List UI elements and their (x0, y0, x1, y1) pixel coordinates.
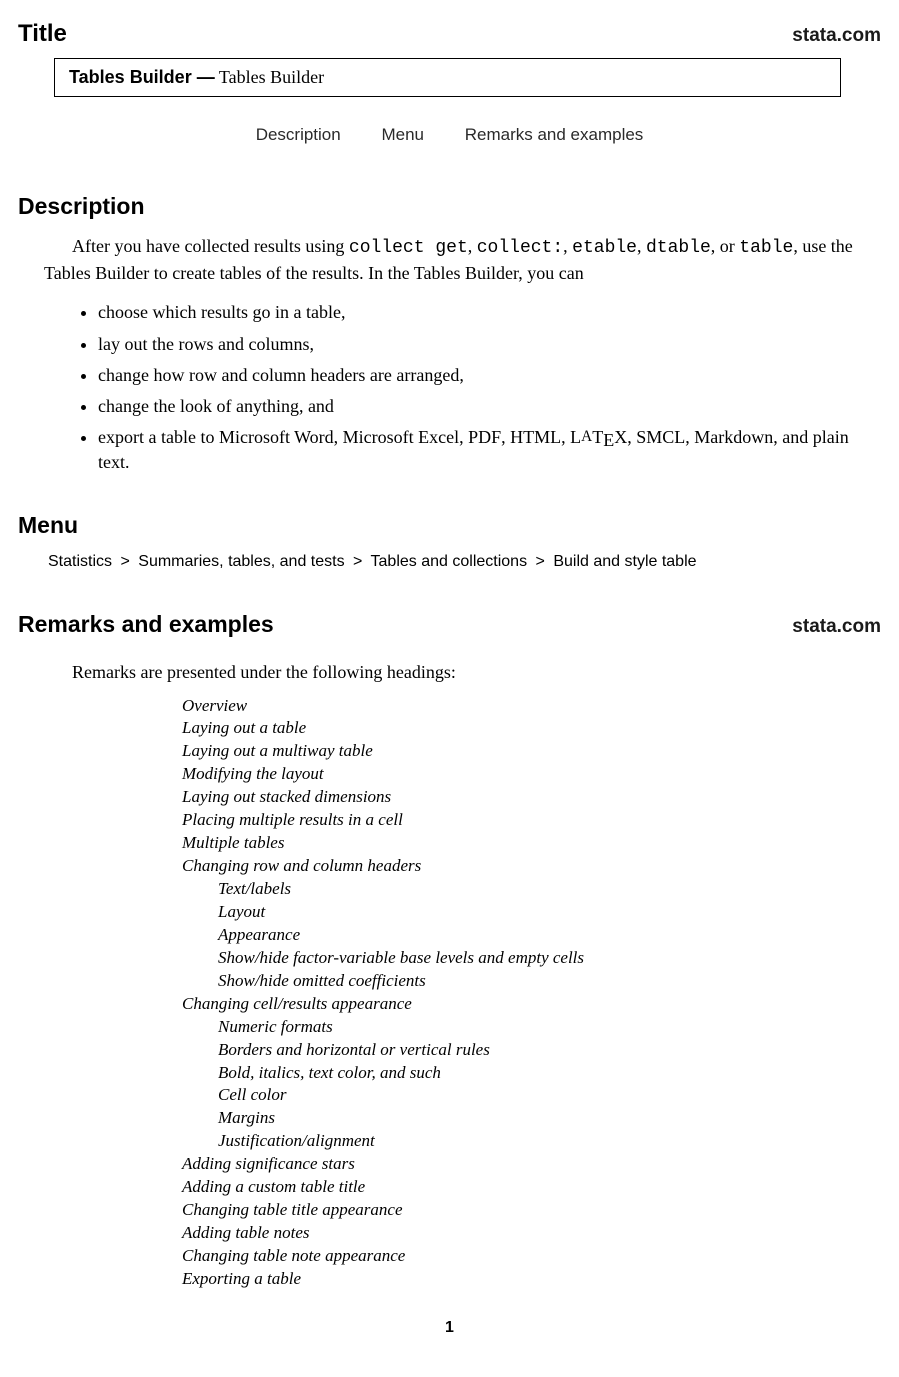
menu-step: Build and style table (553, 553, 696, 570)
remarks-intro: Remarks are presented under the followin… (72, 662, 881, 683)
toc-item[interactable]: Layout (218, 901, 881, 924)
toc-item[interactable]: Appearance (218, 924, 881, 947)
bullet-item: change how row and column headers are ar… (98, 363, 881, 388)
menu-step: Statistics (48, 553, 112, 570)
fmt-smcl: SMCL (636, 427, 685, 447)
toc-item[interactable]: Changing table note appearance (182, 1245, 881, 1268)
toc-item[interactable]: Overview (182, 695, 881, 718)
toc-item[interactable]: Bold, italics, text color, and such (218, 1062, 881, 1085)
toc-item[interactable]: Changing cell/results appearance (182, 993, 881, 1016)
chevron-right-icon: > (353, 553, 362, 570)
description-bullets: choose which results go in a table, lay … (18, 300, 881, 475)
description-paragraph: After you have collected results using c… (44, 234, 881, 286)
toc-item[interactable]: Borders and horizontal or vertical rules (218, 1039, 881, 1062)
title-box-bold: Tables Builder — (69, 67, 215, 87)
toc-item[interactable]: Modifying the layout (182, 763, 881, 786)
cmd-dtable: dtable (646, 238, 711, 258)
toc-item[interactable]: Multiple tables (182, 832, 881, 855)
toc-item[interactable]: Cell color (218, 1084, 881, 1107)
bullet-item-export: export a table to Microsoft Word, Micros… (98, 425, 881, 475)
description-heading: Description (18, 193, 881, 220)
toc-item[interactable]: Changing table title appearance (182, 1199, 881, 1222)
toc-item[interactable]: Laying out a table (182, 717, 881, 740)
toc-item[interactable]: Show/hide factor-variable base levels an… (218, 947, 881, 970)
menu-heading: Menu (18, 512, 881, 539)
toc-item[interactable]: Adding a custom table title (182, 1176, 881, 1199)
toc-item[interactable]: Laying out stacked dimensions (182, 786, 881, 809)
brand-link[interactable]: stata.com (792, 25, 881, 47)
bullet-item: lay out the rows and columns, (98, 332, 881, 357)
title-box-rest: Tables Builder (215, 67, 324, 87)
toc-item[interactable]: Laying out a multiway table (182, 740, 881, 763)
nav-links: Description Menu Remarks and examples (18, 125, 881, 145)
toc-item[interactable]: Adding table notes (182, 1222, 881, 1245)
nav-remarks[interactable]: Remarks and examples (465, 125, 644, 144)
fmt-pdf: PDF (468, 427, 501, 447)
cmd-table: table (739, 238, 793, 258)
section-title: Title (18, 20, 67, 48)
menu-step: Summaries, tables, and tests (138, 553, 344, 570)
toc-item[interactable]: Adding significance stars (182, 1153, 881, 1176)
toc-item[interactable]: Text/labels (218, 878, 881, 901)
nav-menu[interactable]: Menu (381, 125, 424, 144)
bullet-item: change the look of anything, and (98, 394, 881, 419)
toc-item[interactable]: Numeric formats (218, 1016, 881, 1039)
chevron-right-icon: > (120, 553, 129, 570)
menu-path: Statistics > Summaries, tables, and test… (48, 553, 881, 571)
cmd-collect-get: collect get (349, 238, 468, 258)
toc: OverviewLaying out a tableLaying out a m… (182, 695, 881, 1291)
fmt-latex: LATEX (570, 427, 627, 447)
toc-item[interactable]: Margins (218, 1107, 881, 1130)
toc-item[interactable]: Placing multiple results in a cell (182, 809, 881, 832)
bullet-item: choose which results go in a table, (98, 300, 881, 325)
cmd-collect: collect: (477, 238, 563, 258)
fmt-html: HTML (510, 427, 561, 447)
toc-item[interactable]: Show/hide omitted coefficients (218, 970, 881, 993)
export-pre: export a table to Microsoft Word, Micros… (98, 427, 468, 447)
nav-description[interactable]: Description (256, 125, 341, 144)
chevron-right-icon: > (536, 553, 545, 570)
toc-item[interactable]: Exporting a table (182, 1268, 881, 1291)
cmd-etable: etable (572, 238, 637, 258)
desc-text-pre: After you have collected results using (72, 236, 349, 256)
title-box: Tables Builder — Tables Builder (54, 58, 841, 97)
remarks-heading: Remarks and examples (18, 611, 274, 638)
menu-step: Tables and collections (371, 553, 528, 570)
brand-link[interactable]: stata.com (792, 616, 881, 638)
toc-item[interactable]: Justification/alignment (218, 1130, 881, 1153)
toc-item[interactable]: Changing row and column headers (182, 855, 881, 878)
page-number: 1 (18, 1319, 881, 1337)
